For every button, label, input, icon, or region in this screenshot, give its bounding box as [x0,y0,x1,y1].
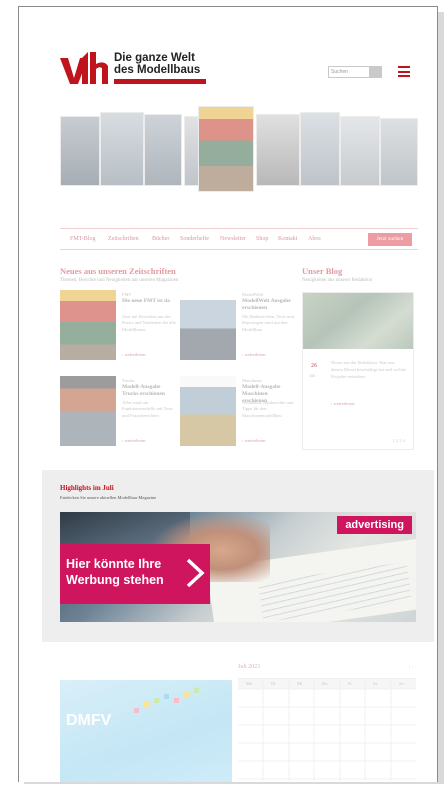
nav-item-newsletter[interactable]: Newsletter [220,236,246,242]
nav-item-sonderhefte[interactable]: Sonderhefte [180,236,209,242]
blog-card[interactable]: 26 Juli Neues aus der Redaktion: Was uns… [302,292,414,450]
nav-item-abos[interactable]: Abos [308,236,321,242]
article-body: Neuheiten, Bauberichte und Tipps für den… [242,400,294,418]
blog-pagination[interactable]: 1 2 3 4 [393,438,405,443]
blog-section-title: Unser Blog [302,266,343,276]
article-thumbnail[interactable] [180,376,236,446]
confetti-icon [134,688,199,713]
weekday-label: Di [271,681,276,686]
nav-cta-button[interactable]: Jetzt suchen [368,233,412,246]
event-calendar[interactable]: Juli 2023 ‹ › Mo Di Mi Do Fr Sa So [238,664,416,783]
ad-message-box[interactable]: Hier könnte Ihre Werbung stehen [60,544,210,604]
article-tag: Trucks [122,378,135,383]
blog-read-more-link[interactable]: › weiterlesen [331,401,355,406]
article-tag: FMT [122,292,132,297]
logo-line-1: Die ganze Welt [114,52,195,64]
cover-image [144,114,182,186]
ad-message-line-2: Werbung stehen [66,573,164,587]
nav-item-zeitschriften[interactable]: Zeitschriften [108,236,139,242]
weekday-label: Mo [246,681,253,686]
vth-logo-icon[interactable] [60,52,110,84]
article-body: Jetzt mit Berichten aus der Praxis und N… [122,314,176,332]
article-title[interactable]: ModellWelt Ausgabe erschienen [242,298,294,312]
blog-section-subtitle: Neuigkeiten aus unserer Redaktion [302,278,373,283]
ad-message-text: Hier könnte Ihre Werbung stehen [66,556,164,588]
blog-excerpt: Neues aus der Redaktion: Was uns diesen … [331,360,407,379]
news-section-subtitle: Themen, Berichte und Neuigkeiten aus uns… [60,278,179,283]
blog-date-day: 26 [311,363,317,369]
article-tag: ModellWelt [242,292,264,297]
cover-image [256,114,300,186]
logo-tagline-bar [114,79,206,84]
article-thumbnail[interactable] [180,290,236,360]
highlights-subtitle: Entdecken Sie unsere aktuellen Modellbau… [60,495,157,500]
nav-item-kontakt[interactable]: Kontakt [278,236,297,242]
highlights-section: Highlights im Juli Entdecken Sie unsere … [42,470,434,642]
dmfv-logo-text: DMFV [66,712,112,729]
nav-item-shop[interactable]: Shop [256,236,268,242]
advertising-banner[interactable]: advertising Hier könnte Ihre Werbung ste… [60,512,416,622]
highlights-title: Highlights im Juli [60,484,114,492]
cover-image [380,118,418,186]
weekday-label: So [399,681,404,686]
blog-image [303,293,413,349]
ad-message-line-1: Hier könnte Ihre [66,557,162,571]
article-tag: Maschinen [242,378,262,383]
article-thumbnail[interactable] [60,376,116,446]
advertising-label: advertising [337,516,412,534]
nav-item-fmt-blog[interactable]: FMT-Blog [70,236,95,242]
article-read-more-link[interactable]: › weiterlesen [242,438,266,443]
cover-image [340,116,380,186]
hamburger-menu-icon[interactable] [398,66,410,77]
cover-image [60,116,100,186]
article-read-more-link[interactable]: › weiterlesen [122,352,146,357]
search-button[interactable] [370,66,382,78]
nav-item-buecher[interactable]: Bücher [152,236,169,242]
weekday-label: Do [322,681,328,686]
article-read-more-link[interactable]: › weiterlesen [122,438,146,443]
cover-image [300,112,340,186]
logo-line-2: des Modellbaus [114,64,201,76]
weekday-label: Fr [348,681,353,686]
calendar-grid: Mo Di Mi Do Fr Sa So [238,678,416,783]
blog-date-month: Juli [309,373,316,378]
cover-image-featured [198,106,254,192]
news-section-title: Neues aus unseren Zeitschriften [60,266,176,276]
article-title[interactable]: Die neue FMT ist da [122,298,174,305]
article-read-more-link[interactable]: › weiterlesen [242,352,266,357]
hero-magazine-collage[interactable] [60,106,418,192]
calendar-title: Juli 2023 [238,664,261,670]
weekday-label: Sa [373,681,378,686]
site-header: Die ganze Welt des Modellbaus Suchen [60,50,420,88]
article-title[interactable]: Modell-Ausgabe Trucks erschienen [122,384,174,398]
article-body: Alles rund um Funktionsmodelle mit Tests… [122,400,173,418]
cover-image [100,112,144,186]
search-input[interactable]: Suchen [328,66,370,78]
weekday-label: Mi [297,681,303,686]
dmfv-partner-banner[interactable]: DMFV [60,680,232,782]
article-thumbnail[interactable] [60,290,116,360]
logo-wordmark: Die ganze Welt des Modellbaus [114,52,200,76]
calendar-nav-arrows[interactable]: ‹ › [409,664,415,670]
main-navigation: FMT-Blog Zeitschriften Bücher Sonderheft… [60,228,418,250]
article-body: Mit Bauberichten, Tests und Reportagen r… [242,314,294,332]
chevron-right-icon [186,558,205,588]
calendar-grid-lines [238,679,416,783]
